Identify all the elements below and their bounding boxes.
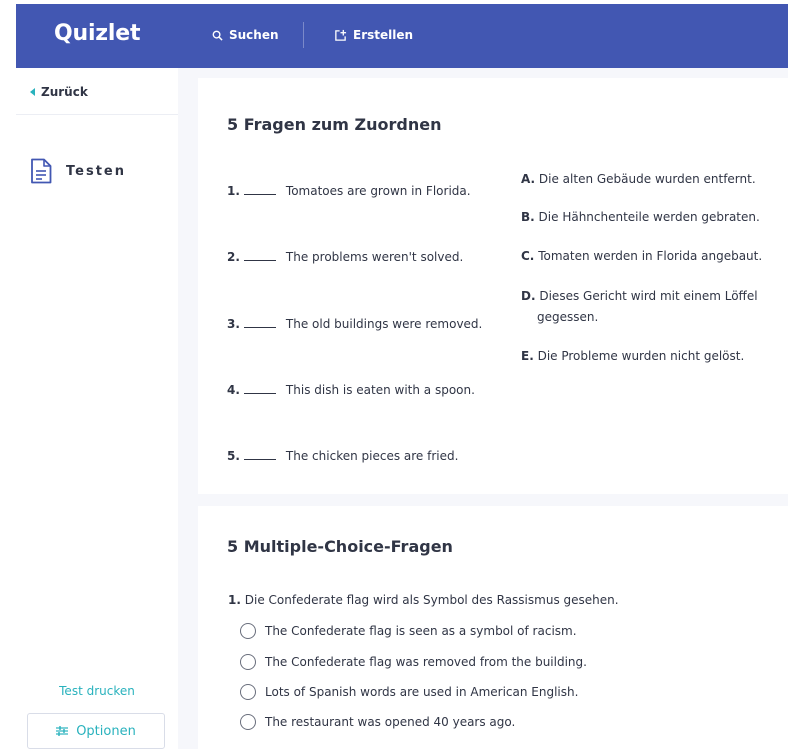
question-number: 4.: [227, 383, 240, 397]
sidebar-divider: [16, 114, 178, 115]
question-number: 5.: [227, 449, 240, 463]
radio-button[interactable]: [240, 654, 256, 670]
answer-letter: D.: [521, 289, 536, 303]
question-number: 1.: [227, 184, 240, 198]
mc-option-label: Lots of Spanish words are used in Americ…: [265, 685, 579, 699]
matching-question: 5. The chicken pieces are fried.: [227, 448, 458, 463]
create-button[interactable]: Erstellen: [334, 25, 413, 45]
matching-question: 4. This dish is eaten with a spoon.: [227, 382, 475, 397]
question-text: The problems weren't solved.: [285, 250, 464, 264]
mc-question: 1. Die Confederate flag wird als Symbol …: [228, 593, 619, 607]
options-button[interactable]: Optionen: [27, 713, 165, 749]
matching-section-title: 5 Fragen zum Zuordnen: [227, 115, 442, 134]
top-navbar: Quizlet Suchen Erstellen: [16, 4, 788, 68]
answer-blank[interactable]: [243, 183, 276, 195]
radio-button[interactable]: [240, 623, 256, 639]
radio-button[interactable]: [240, 684, 256, 700]
question-number: 1.: [228, 593, 241, 607]
sidebar-item-label: Testen: [66, 163, 126, 179]
search-icon: [212, 30, 223, 41]
content-top-strip: [198, 68, 788, 78]
answer-blank[interactable]: [243, 316, 276, 328]
quizlet-logo[interactable]: Quizlet: [54, 21, 140, 46]
options-label: Optionen: [76, 723, 136, 739]
search-button[interactable]: Suchen: [212, 25, 279, 45]
answer-blank[interactable]: [243, 382, 276, 394]
answer-text: Dieses Gericht wird mit einem Löffel geg…: [537, 289, 758, 324]
answer-letter: B.: [521, 210, 535, 224]
sidebar-separator: [178, 68, 198, 749]
create-label: Erstellen: [353, 28, 414, 42]
sidebar: Zurück Testen Test drucken Optionen: [16, 68, 178, 749]
mc-option[interactable]: The restaurant was opened 40 years ago.: [240, 714, 515, 730]
back-link[interactable]: Zurück: [30, 85, 88, 99]
answer-text: Tomaten werden in Florida angebaut.: [538, 249, 763, 263]
answer-letter: A.: [521, 172, 536, 186]
answer-letter: C.: [521, 249, 535, 263]
print-test-link[interactable]: Test drucken: [16, 684, 178, 698]
matching-question: 1. Tomatoes are grown in Florida.: [227, 183, 471, 198]
multiple-choice-section-title: 5 Multiple-Choice-Fragen: [227, 537, 453, 556]
question-text: This dish is eaten with a spoon.: [285, 383, 475, 397]
mc-option[interactable]: The Confederate flag is seen as a symbol…: [240, 623, 577, 639]
back-label: Zurück: [41, 85, 88, 99]
search-label: Suchen: [229, 28, 279, 42]
answer-blank[interactable]: [243, 249, 276, 261]
header-divider: [303, 22, 304, 48]
create-icon: [335, 29, 347, 41]
document-icon: [31, 158, 52, 184]
sliders-icon: [56, 726, 69, 736]
question-number: 2.: [227, 250, 240, 264]
question-number: 3.: [227, 317, 240, 331]
question-text: The old buildings were removed.: [285, 317, 483, 331]
mc-option-label: The Confederate flag is seen as a symbol…: [265, 624, 577, 638]
question-text: Tomatoes are grown in Florida.: [285, 184, 471, 198]
matching-question: 3. The old buildings were removed.: [227, 316, 482, 331]
matching-answer: E. Die Probleme wurden nicht gelöst.: [521, 346, 771, 367]
sidebar-item-test[interactable]: Testen: [30, 158, 126, 184]
mc-option[interactable]: Lots of Spanish words are used in Americ…: [240, 684, 578, 700]
matching-answer: A. Die alten Gebäude wurden entfernt.: [521, 169, 771, 190]
answer-text: Die alten Gebäude wurden entfernt.: [538, 172, 756, 186]
question-text: Die Confederate flag wird als Symbol des…: [244, 593, 619, 607]
section-separator: [198, 494, 788, 506]
answer-text: Die Hähnchenteile werden gebraten.: [538, 210, 760, 224]
mc-option[interactable]: The Confederate flag was removed from th…: [240, 654, 587, 670]
answer-blank[interactable]: [243, 448, 276, 460]
mc-option-label: The Confederate flag was removed from th…: [265, 655, 587, 669]
radio-button[interactable]: [240, 714, 256, 730]
answer-text: Die Probleme wurden nicht gelöst.: [537, 349, 745, 363]
chevron-left-icon: [30, 88, 35, 96]
matching-answer: D. Dieses Gericht wird mit einem Löffel …: [521, 286, 766, 328]
mc-option-label: The restaurant was opened 40 years ago.: [265, 715, 516, 729]
answer-letter: E.: [521, 349, 534, 363]
matching-question: 2. The problems weren't solved.: [227, 249, 463, 264]
question-text: The chicken pieces are fried.: [285, 449, 459, 463]
matching-answer: B. Die Hähnchenteile werden gebraten.: [521, 207, 771, 228]
matching-answer: C. Tomaten werden in Florida angebaut.: [521, 246, 771, 267]
